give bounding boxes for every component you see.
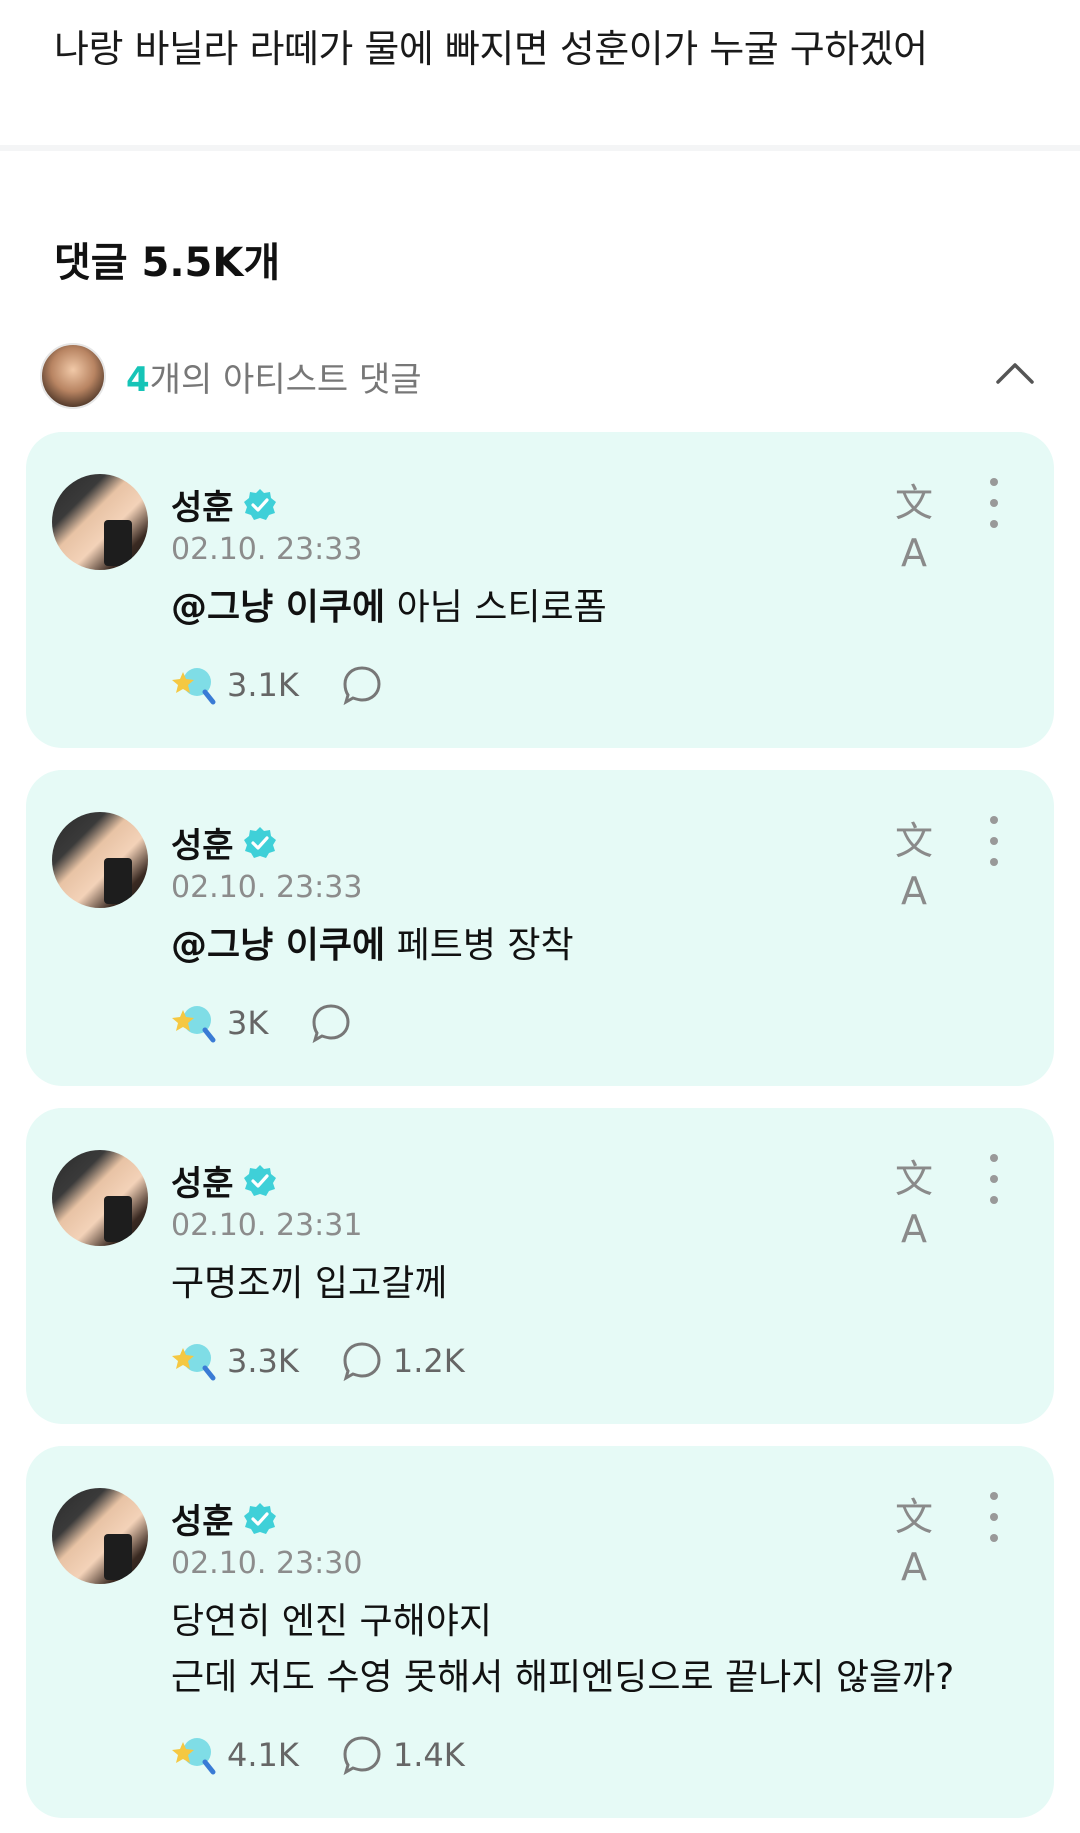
comments-title: 댓글 5.5K개	[54, 240, 281, 286]
like-count: 3.3K	[227, 1342, 299, 1380]
artist-comment-card: 성훈 02.10. 23:33 文A @그냥 이쿠에 페트병 장착 3K	[26, 770, 1054, 1086]
artist-comments-text: 개의 아티스트 댓글	[149, 359, 422, 400]
reply-button[interactable]: 1.2K	[341, 1340, 465, 1382]
comment-text: 구명조끼 입고갈께	[171, 1263, 448, 1304]
like-count: 3K	[227, 1004, 269, 1042]
author-name[interactable]: 성훈	[171, 818, 234, 867]
artist-comment-card: 성훈 02.10. 23:31 文A 구명조끼 입고갈께 3.3K 1.2K	[26, 1108, 1054, 1424]
artist-comment-card: 성훈 02.10. 23:30 文A 당연히 엔진 구해야지 근데 저도 수영 …	[26, 1446, 1054, 1818]
comment-actions: 3K	[171, 1000, 362, 1046]
star-magnifier-like-icon[interactable]	[171, 1338, 217, 1384]
mention[interactable]: @그냥 이쿠에	[171, 925, 385, 966]
translate-icon[interactable]: 文A	[886, 478, 942, 575]
artist-comments-count: 4	[126, 359, 150, 400]
star-magnifier-like-icon[interactable]	[171, 662, 217, 708]
comment-actions: 3.3K 1.2K	[171, 1338, 465, 1384]
comment-body: @그냥 이쿠에 페트병 장착	[171, 918, 1011, 974]
chat-bubble-icon	[312, 1004, 350, 1044]
reply-button[interactable]: 1.4K	[341, 1734, 465, 1776]
chat-bubble-icon	[343, 1342, 381, 1382]
like-count: 3.1K	[227, 666, 299, 704]
verified-badge-icon	[243, 826, 276, 858]
like-count: 4.1K	[227, 1736, 299, 1774]
translate-icon[interactable]: 文A	[886, 1492, 942, 1589]
more-vertical-icon[interactable]	[982, 1154, 1006, 1204]
artist-comment-card: 성훈 02.10. 23:33 文A @그냥 이쿠에 아님 스티로폼 3.1K	[26, 432, 1054, 748]
comment-text: 아님 스티로폼	[385, 587, 607, 628]
comment-text: 당연히 엔진 구해야지	[171, 1601, 492, 1642]
chat-bubble-icon	[343, 666, 381, 706]
avatar[interactable]	[52, 1488, 148, 1584]
chevron-up-icon[interactable]	[990, 350, 1040, 400]
star-magnifier-like-icon[interactable]	[171, 1000, 217, 1046]
artist-comments-summary[interactable]: 4개의 아티스트 댓글	[40, 340, 1040, 412]
author-name[interactable]: 성훈	[171, 480, 234, 529]
comment-actions: 3.1K	[171, 662, 393, 708]
more-vertical-icon[interactable]	[982, 816, 1006, 866]
chat-bubble-icon	[343, 1736, 381, 1776]
star-magnifier-like-icon[interactable]	[171, 1732, 217, 1778]
comment-timestamp: 02.10. 23:31	[171, 1208, 363, 1243]
reply-count: 1.2K	[392, 1342, 465, 1380]
translate-icon[interactable]: 文A	[886, 816, 942, 913]
post-text: 나랑 바닐라 라떼가 물에 빠지면 성훈이가 누굴 구하겠어	[54, 27, 928, 71]
more-vertical-icon[interactable]	[982, 1492, 1006, 1542]
comment-author: 성훈	[171, 1494, 278, 1543]
translate-icon[interactable]: 文A	[886, 1154, 942, 1251]
verified-badge-icon	[243, 1164, 276, 1196]
more-vertical-icon[interactable]	[982, 478, 1006, 528]
artist-avatar	[40, 343, 106, 409]
comment-text: 페트병 장착	[385, 925, 574, 966]
reply-button[interactable]	[341, 664, 393, 706]
comment-author: 성훈	[171, 818, 278, 867]
comment-body: 구명조끼 입고갈께	[171, 1256, 1011, 1312]
artist-comments-label: 4개의 아티스트 댓글	[126, 352, 422, 401]
comment-text-line2: 근데 저도 수영 못해서 해피엔딩으로 끝나지 않을까?	[171, 1657, 955, 1698]
comment-timestamp: 02.10. 23:33	[171, 532, 363, 567]
comment-body: 당연히 엔진 구해야지 근데 저도 수영 못해서 해피엔딩으로 끝나지 않을까?	[171, 1594, 1011, 1706]
comment-author: 성훈	[171, 480, 278, 529]
avatar[interactable]	[52, 1150, 148, 1246]
comment-actions: 4.1K 1.4K	[171, 1732, 465, 1778]
comment-body: @그냥 이쿠에 아님 스티로폼	[171, 580, 1011, 636]
mention[interactable]: @그냥 이쿠에	[171, 587, 385, 628]
avatar[interactable]	[52, 474, 148, 570]
author-name[interactable]: 성훈	[171, 1494, 234, 1543]
reply-button[interactable]	[310, 1002, 362, 1044]
reply-count: 1.4K	[392, 1736, 465, 1774]
comment-author: 성훈	[171, 1156, 278, 1205]
author-name[interactable]: 성훈	[171, 1156, 234, 1205]
comment-timestamp: 02.10. 23:30	[171, 1546, 363, 1581]
verified-badge-icon	[243, 1502, 276, 1534]
comment-timestamp: 02.10. 23:33	[171, 870, 363, 905]
section-divider	[0, 145, 1080, 151]
avatar[interactable]	[52, 812, 148, 908]
verified-badge-icon	[243, 488, 276, 520]
